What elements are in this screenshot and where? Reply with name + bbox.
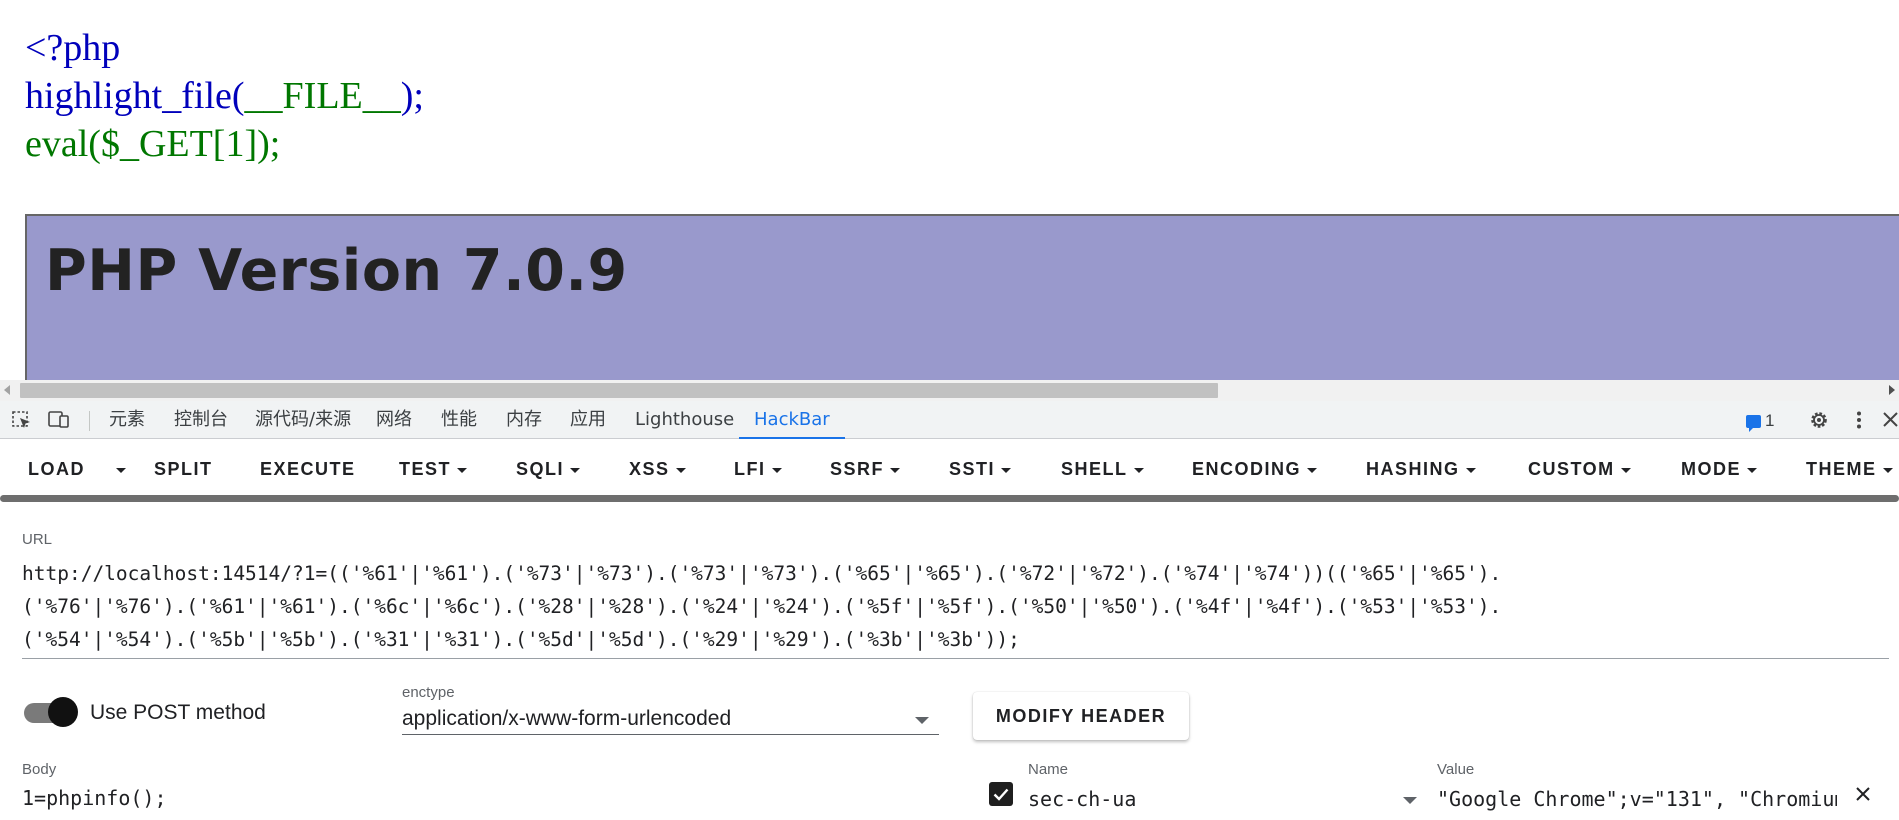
url-line-2: ('%76'|'%76').('%61'|'%61').('%6c'|'%6c'… [22,595,1502,618]
close-devtools-icon[interactable] [1880,410,1899,430]
hashing-menu[interactable]: HASHING [1366,439,1476,499]
code-line-3: eval($_GET[1]); [25,123,281,165]
test-menu[interactable]: TEST [399,439,468,499]
enctype-dropdown-icon[interactable] [915,717,929,724]
toggle-knob [48,697,78,727]
shell-menu[interactable]: SHELL [1061,439,1144,499]
tab-performance[interactable]: 性能 [441,401,477,439]
scrollbar-thumb[interactable] [20,383,1218,398]
load-dropdown-button[interactable] [110,439,126,499]
tab-lighthouse[interactable]: Lighthouse [635,401,734,439]
code-line-1: <?php [25,27,121,69]
checkmark-icon [993,788,1009,801]
chevron-down-icon [1307,467,1318,473]
custom-menu[interactable]: CUSTOM [1528,439,1631,499]
ssti-menu[interactable]: SSTI [949,439,1012,499]
hackbar-divider [0,495,1899,502]
chevron-down-icon [1747,467,1757,473]
post-method-toggle[interactable] [24,697,78,727]
url-line-1: http://localhost:14514/?1=(('%61'|'%61')… [22,562,1502,585]
ssrf-menu[interactable]: SSRF [830,439,901,499]
device-toolbar-icon[interactable] [48,410,70,430]
body-input[interactable]: 1=phpinfo(); [22,786,167,810]
mode-menu[interactable]: MODE [1681,439,1757,499]
settings-gear-icon[interactable] [1808,410,1830,430]
issues-count: 1 [1765,411,1775,430]
url-line-3: ('%54'|'%54').('%5b'|'%5b').('%31'|'%31'… [22,628,1020,651]
tabbar-separator [89,411,90,431]
header-name-dropdown-icon[interactable] [1403,797,1417,804]
phpinfo-banner: PHP Version 7.0.9 [25,214,1899,380]
tab-memory[interactable]: 内存 [506,401,542,439]
scroll-left-arrow-icon[interactable] [4,385,10,395]
encoding-menu[interactable]: ENCODING [1192,439,1318,499]
issues-icon [1746,414,1761,432]
chevron-down-icon [1001,467,1012,473]
tab-application[interactable]: 应用 [570,401,606,439]
chevron-down-icon [890,467,901,473]
php-version-title: PHP Version 7.0.9 [45,238,628,304]
header-name-label: Name [1028,761,1069,778]
header-name-input[interactable]: sec-ch-ua [1028,787,1136,811]
chevron-down-icon [1620,467,1631,473]
devtools-panel: 元素 控制台 源代码/来源 网络 性能 内存 应用 Lighthouse Hac… [0,401,1899,820]
devtools-tabbar: 元素 控制台 源代码/来源 网络 性能 内存 应用 Lighthouse Hac… [0,401,1899,439]
chevron-down-icon [675,467,686,473]
enctype-label: enctype [402,684,455,701]
chevron-down-icon [1465,467,1476,473]
code-line-2: highlight_file(__FILE__); [25,75,424,117]
remove-header-icon[interactable] [1853,784,1873,804]
page-viewport: <?php highlight_file(__FILE__); eval($_GET… [0,0,1899,380]
enctype-underline [402,734,939,735]
theme-menu[interactable]: THEME [1806,439,1893,499]
header-value-input[interactable]: "Google Chrome";v="131", "Chromium";v="1… [1437,787,1837,811]
xss-menu[interactable]: XSS [629,439,686,499]
chevron-down-icon [457,467,468,473]
modify-header-button[interactable]: MODIFY HEADER [973,692,1189,740]
chevron-down-icon [771,467,782,473]
php-source-code: <?php highlight_file(__FILE__); eval($_GET… [25,24,424,168]
more-options-icon[interactable] [1848,410,1870,430]
tab-sources[interactable]: 源代码/来源 [255,401,351,439]
scroll-right-arrow-icon[interactable] [1889,385,1895,395]
chevron-down-icon [116,467,126,473]
inspect-element-icon[interactable] [11,410,33,430]
post-method-label: Use POST method [90,701,266,724]
header-value-label: Value [1437,761,1475,778]
split-button[interactable]: SPLIT [154,439,213,499]
sqli-menu[interactable]: SQLI [516,439,581,499]
tab-console[interactable]: 控制台 [174,401,228,439]
issues-counter[interactable]: 1 [1746,411,1775,432]
lfi-menu[interactable]: LFI [734,439,782,499]
header-enabled-checkbox[interactable] [989,782,1013,806]
tab-network[interactable]: 网络 [376,401,412,439]
tab-hackbar[interactable]: HackBar [739,401,845,439]
enctype-select[interactable]: application/x-www-form-urlencoded [402,707,731,731]
chevron-down-icon [570,467,581,473]
tab-elements[interactable]: 元素 [109,401,145,439]
load-button[interactable]: LOAD [28,439,85,499]
body-label: Body [22,761,57,778]
url-underline [22,658,1889,659]
horizontal-scrollbar[interactable] [0,380,1899,401]
execute-button[interactable]: EXECUTE [260,439,356,499]
url-input[interactable]: http://localhost:14514/?1=(('%61'|'%61')… [22,557,1892,656]
chevron-down-icon [1882,467,1893,473]
chevron-down-icon [1133,467,1144,473]
url-label: URL [22,531,53,548]
hackbar-menu: LOAD SPLIT EXECUTE TEST SQLI XSS LFI SSR… [0,439,1899,501]
